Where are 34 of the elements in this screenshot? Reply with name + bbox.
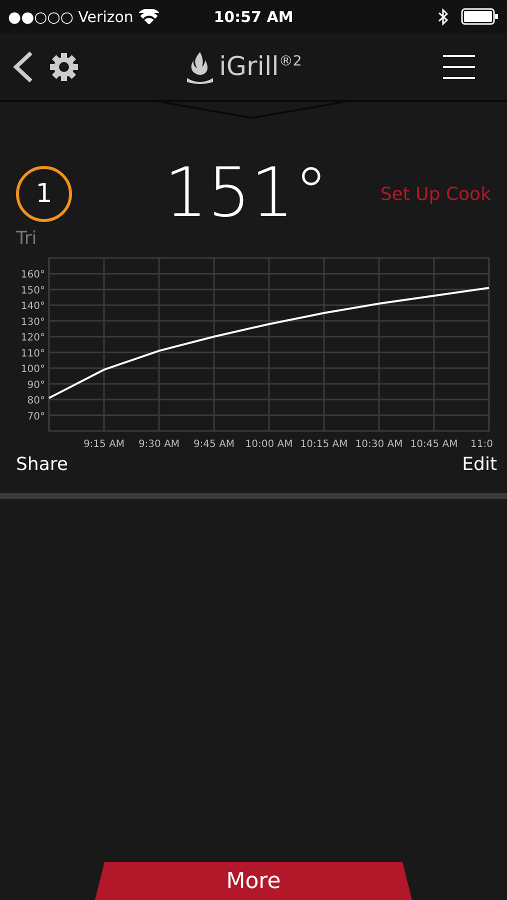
battery-icon [461, 8, 500, 25]
x-axis-label: 11:0 [470, 439, 493, 448]
y-axis-label: 80° [27, 396, 45, 407]
app-logo: iGrill$^{®2}$ [219, 52, 302, 82]
y-axis-label: 100° [20, 364, 45, 376]
x-axis-label: 9:45 AM [193, 439, 235, 448]
y-axis-label: 160° [20, 270, 45, 281]
wifi-icon [139, 9, 160, 24]
x-axis-label: 9:15 AM [83, 439, 125, 448]
x-axis-label: 10:30 AM [355, 439, 403, 448]
menu-button[interactable] [443, 54, 475, 80]
share-button[interactable]: Share [16, 454, 68, 475]
carrier-signal: ●●○○○ Verizon [8, 8, 134, 26]
settings-button[interactable] [48, 50, 80, 82]
y-axis-label: 140° [20, 301, 45, 312]
y-axis-label: 120° [20, 332, 45, 344]
y-axis-label: 90° [27, 380, 45, 391]
probe-name: Tri [16, 228, 38, 248]
x-axis-label: 10:00 AM [245, 439, 293, 448]
y-axis-label: 150° [20, 285, 45, 296]
probe-number-badge: 1 [16, 166, 72, 222]
y-axis-label: 130° [20, 316, 45, 328]
flame-icon [185, 50, 216, 84]
bluetooth-icon [438, 8, 450, 26]
back-button[interactable] [12, 50, 34, 82]
x-axis-label: 9:30 AM [138, 439, 180, 448]
x-axis-label: 10:15 AM [300, 439, 348, 448]
y-axis-label: 110° [20, 348, 45, 360]
clock: 10:57 AM [214, 8, 294, 26]
edit-button[interactable]: Edit [462, 454, 497, 475]
x-axis-label: 10:45 AM [410, 439, 458, 448]
temperature-reading: 151° [163, 154, 330, 234]
y-axis-label: 70° [27, 411, 45, 422]
more-button[interactable]: More [95, 862, 412, 900]
